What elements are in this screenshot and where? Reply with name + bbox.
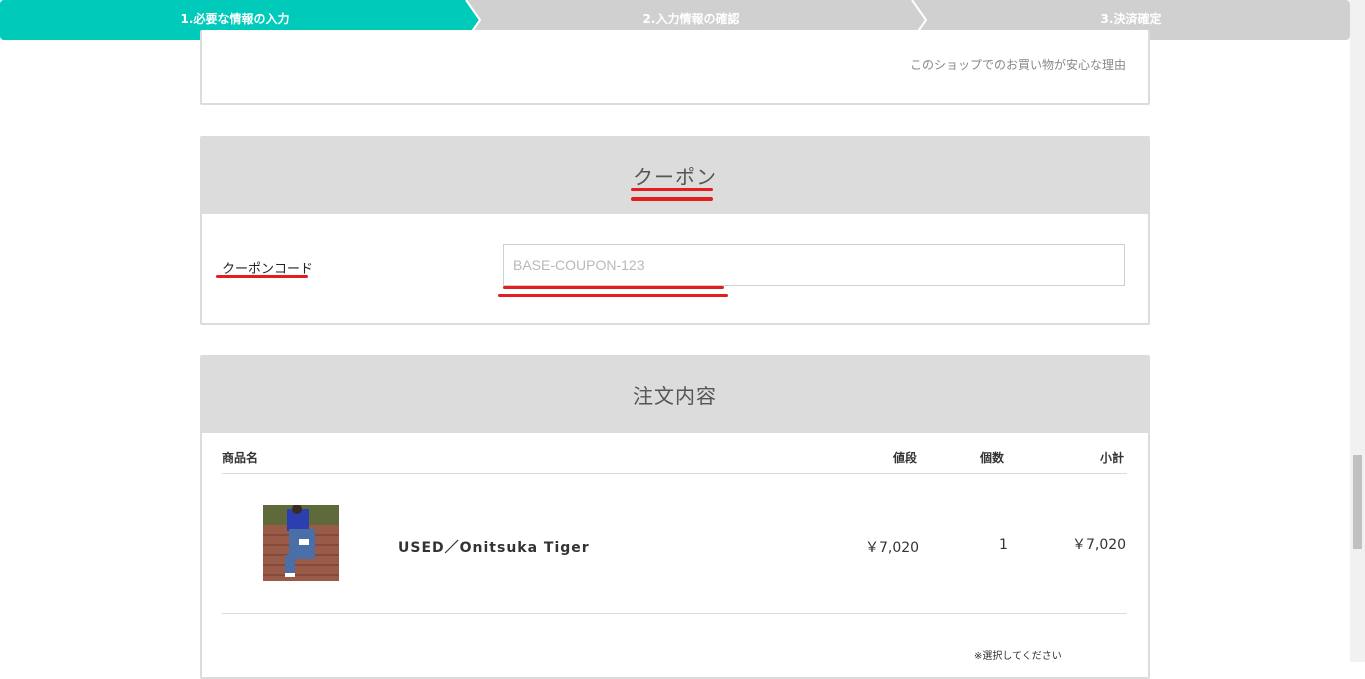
coupon-title: クーポン [202, 138, 1148, 214]
product-price: ￥7,020 [865, 540, 920, 556]
product-subtotal: ￥7,020 [1072, 537, 1127, 553]
scrollbar-thumb[interactable] [1353, 455, 1362, 549]
product-name[interactable]: USED／Onitsuka Tiger [398, 537, 590, 557]
header-price: 値段 [893, 451, 918, 465]
header-product-name: 商品名 [222, 451, 259, 465]
product-thumbnail [263, 505, 339, 581]
annotation-underline [503, 286, 724, 289]
order-section: 注文内容 商品名 値段 個数 小計 USED／Onitsuka Tiger ￥7… [200, 355, 1150, 679]
annotation-underline [631, 197, 713, 201]
select-note: ※選択してください [974, 651, 1062, 662]
annotation-underline [498, 294, 728, 297]
header-subtotal: 小計 [1100, 451, 1125, 465]
shop-safety-link[interactable]: このショップでのお買い物が安心な理由 [910, 56, 1126, 73]
shop-safety-section: このショップでのお買い物が安心な理由 [200, 30, 1150, 105]
divider [222, 613, 1127, 614]
header-quantity: 個数 [980, 451, 1005, 465]
product-quantity: 1 [999, 537, 1008, 553]
coupon-code-input[interactable] [503, 244, 1125, 286]
annotation-underline [631, 188, 713, 191]
page-scrollbar[interactable] [1350, 0, 1365, 662]
order-title: 注文内容 [202, 357, 1148, 433]
divider [222, 473, 1127, 474]
annotation-underline [216, 275, 308, 278]
